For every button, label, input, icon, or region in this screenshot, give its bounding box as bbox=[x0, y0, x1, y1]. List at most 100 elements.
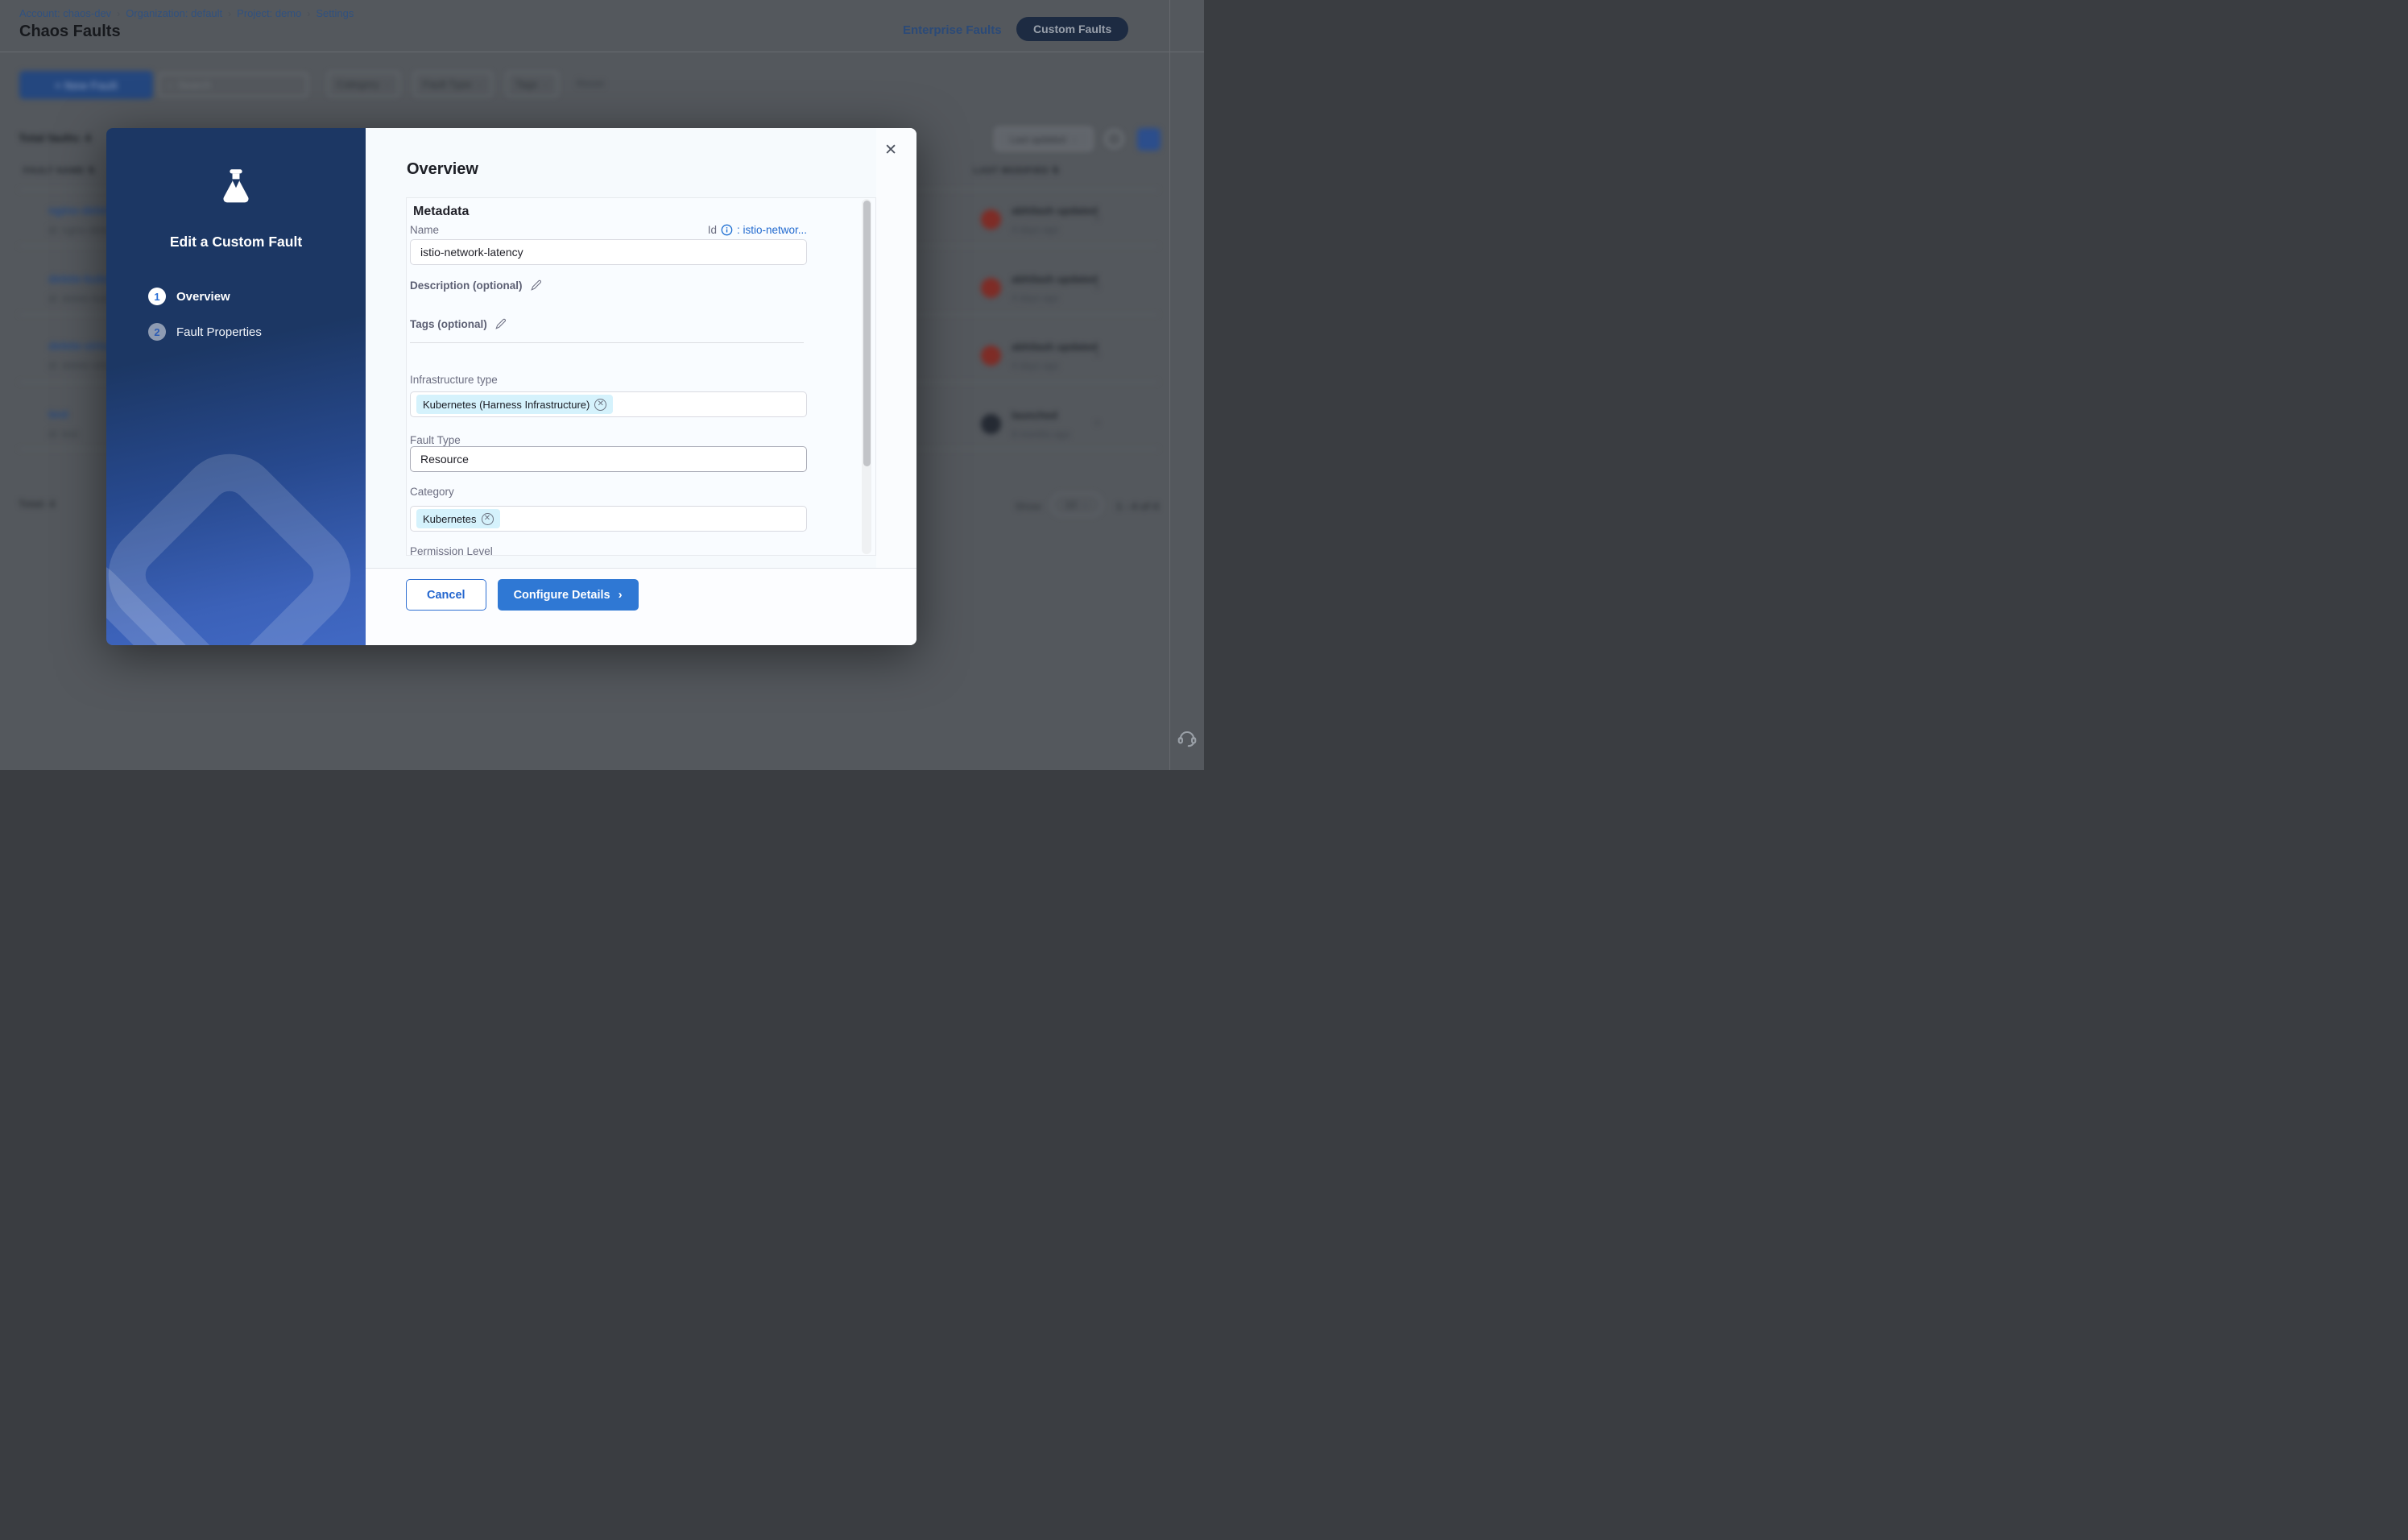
breadcrumb-settings[interactable]: Settings bbox=[316, 7, 354, 19]
breadcrumb-separator: › bbox=[117, 8, 120, 19]
column-header-last-modified[interactable]: LAST MODIFIED ⇅ bbox=[974, 165, 1060, 176]
scrollbar-thumb[interactable] bbox=[863, 201, 871, 466]
modified-at-text: 4 days ago bbox=[1012, 360, 1059, 371]
page-title: Chaos Faults bbox=[19, 23, 121, 41]
info-icon[interactable] bbox=[721, 224, 733, 236]
name-label: Name bbox=[410, 224, 439, 236]
reset-filters-button[interactable]: Reset bbox=[577, 77, 604, 89]
refresh-icon[interactable] bbox=[1105, 130, 1123, 148]
step-label: Fault Properties bbox=[176, 325, 262, 339]
breadcrumb-separator: › bbox=[228, 8, 231, 19]
modal-sidebar-title: Edit a Custom Fault bbox=[170, 234, 302, 250]
filter-fault-type[interactable]: Fault Type⌄ bbox=[414, 72, 492, 97]
modified-by-text: abhilash updated bbox=[1012, 205, 1098, 217]
filter-tags[interactable]: Tags⌄ bbox=[507, 72, 558, 97]
category-tag: Kubernetes ✕ bbox=[416, 509, 500, 528]
pagination-range: 1 - 4 of 4 bbox=[1116, 500, 1159, 512]
row-expand-chevron[interactable]: › bbox=[1095, 279, 1099, 294]
modified-by-text: abhilash updated bbox=[1012, 273, 1098, 285]
breadcrumb-account[interactable]: Account: chaos-dev bbox=[19, 7, 111, 19]
edit-custom-fault-modal: Edit a Custom Fault 1 Overview 2 Fault P… bbox=[106, 128, 916, 645]
cancel-button[interactable]: Cancel bbox=[406, 579, 486, 611]
chevron-down-icon: ⌄ bbox=[542, 80, 548, 89]
step-label: Overview bbox=[176, 290, 230, 304]
pagination-show-label: Show bbox=[1015, 500, 1041, 512]
close-icon[interactable]: ✕ bbox=[881, 139, 900, 161]
step-overview[interactable]: 1 Overview bbox=[148, 288, 262, 305]
step-number: 2 bbox=[148, 323, 166, 341]
step-fault-properties[interactable]: 2 Fault Properties bbox=[148, 323, 262, 341]
modal-content: ✕ Overview Metadata Name Id : istio-netw… bbox=[366, 128, 916, 645]
modified-at-text: 4 days ago bbox=[1012, 224, 1059, 235]
fault-id-text: id: test bbox=[48, 428, 78, 440]
name-row: Name Id : istio-networ... bbox=[410, 224, 807, 236]
pagination-total: Total: 4 bbox=[19, 498, 55, 510]
row-expand-chevron[interactable]: › bbox=[1095, 416, 1099, 430]
sort-chip[interactable]: Last updated⌄ bbox=[995, 127, 1093, 151]
chaos-faults-page: Account: chaos-dev › Organization: default… bbox=[0, 0, 1204, 770]
modal-footer: Cancel Configure Details › bbox=[366, 568, 916, 645]
column-header-fault-name[interactable]: FAULT NAME ⇅ bbox=[23, 165, 96, 176]
chevron-down-icon: ⌄ bbox=[1071, 135, 1078, 143]
status-avatar bbox=[981, 209, 1001, 230]
fault-id-link[interactable]: : istio-networ... bbox=[737, 224, 807, 236]
infrastructure-type-label: Infrastructure type bbox=[410, 374, 498, 386]
step-number: 1 bbox=[148, 288, 166, 305]
category-select[interactable]: Kubernetes ✕ bbox=[410, 506, 807, 532]
fault-id-row: Id : istio-networ... bbox=[708, 224, 807, 236]
support-chat-icon[interactable] bbox=[1176, 727, 1198, 749]
breadcrumb-organization[interactable]: Organization: default bbox=[126, 7, 222, 19]
tab-enterprise-faults[interactable]: Enterprise Faults bbox=[903, 23, 1002, 37]
edit-pencil-icon[interactable] bbox=[494, 318, 507, 330]
status-avatar bbox=[981, 278, 1001, 298]
wizard-steps: 1 Overview 2 Fault Properties bbox=[148, 288, 262, 341]
description-label: Description (optional) bbox=[410, 279, 523, 292]
fault-type-input[interactable] bbox=[410, 446, 807, 472]
modal-heading: Overview bbox=[407, 160, 478, 179]
fault-name-link[interactable]: nginx-delete bbox=[48, 204, 114, 217]
infrastructure-tag: Kubernetes (Harness Infrastructure) ✕ bbox=[416, 395, 613, 414]
view-toggle-button[interactable] bbox=[1137, 128, 1161, 151]
section-divider bbox=[410, 342, 804, 343]
row-expand-chevron[interactable]: › bbox=[1095, 347, 1099, 362]
chevron-down-icon: ⌄ bbox=[384, 80, 391, 89]
tags-row: Tags (optional) bbox=[410, 318, 507, 330]
permission-level-label: Permission Level bbox=[410, 545, 493, 556]
metadata-heading: Metadata bbox=[413, 205, 469, 219]
total-faults-label: Total faults: 4 bbox=[19, 131, 91, 144]
chevron-right-icon: › bbox=[619, 588, 623, 602]
remove-tag-icon[interactable]: ✕ bbox=[482, 513, 494, 525]
id-label: Id bbox=[708, 224, 717, 236]
tags-label: Tags (optional) bbox=[410, 318, 487, 330]
remove-tag-icon[interactable]: ✕ bbox=[594, 399, 606, 411]
edit-pencil-icon[interactable] bbox=[530, 279, 542, 292]
fault-name-link[interactable]: test bbox=[48, 408, 68, 420]
modified-by-text: launched bbox=[1012, 409, 1057, 421]
modified-by-text: abhilash updated bbox=[1012, 341, 1098, 353]
configure-details-button[interactable]: Configure Details › bbox=[498, 579, 639, 611]
content-right-strip bbox=[876, 128, 916, 568]
fault-type-label: Fault Type bbox=[410, 434, 461, 446]
description-row: Description (optional) bbox=[410, 279, 542, 292]
status-avatar bbox=[981, 414, 1001, 434]
modified-at-text: 4 days ago bbox=[1012, 292, 1059, 304]
status-avatar bbox=[981, 346, 1001, 366]
chevron-down-icon: ⌄ bbox=[1082, 500, 1088, 509]
category-label: Category bbox=[410, 486, 454, 498]
breadcrumb-project[interactable]: Project: demo bbox=[237, 7, 301, 19]
row-expand-chevron[interactable]: › bbox=[1095, 211, 1099, 226]
modified-at-text: 8 months ago bbox=[1012, 428, 1070, 440]
breadcrumb: Account: chaos-dev › Organization: default… bbox=[19, 7, 354, 19]
breadcrumb-separator: › bbox=[307, 8, 310, 19]
tab-custom-faults[interactable]: Custom Faults bbox=[1016, 17, 1128, 41]
overview-form: Metadata Name Id : istio-networ... bbox=[406, 197, 876, 556]
fault-name-input[interactable] bbox=[410, 239, 807, 265]
flask-icon bbox=[219, 168, 253, 209]
chevron-down-icon: ⌄ bbox=[476, 80, 482, 89]
new-fault-button[interactable]: + New Fault bbox=[19, 71, 153, 99]
filter-category[interactable]: Category⌄ bbox=[328, 72, 399, 97]
search-input[interactable]: ○ Search bbox=[159, 73, 308, 97]
modal-sidebar: Edit a Custom Fault 1 Overview 2 Fault P… bbox=[106, 128, 366, 645]
page-size-select[interactable]: 10⌄ bbox=[1051, 493, 1103, 516]
infrastructure-type-select[interactable]: Kubernetes (Harness Infrastructure) ✕ bbox=[410, 391, 807, 417]
